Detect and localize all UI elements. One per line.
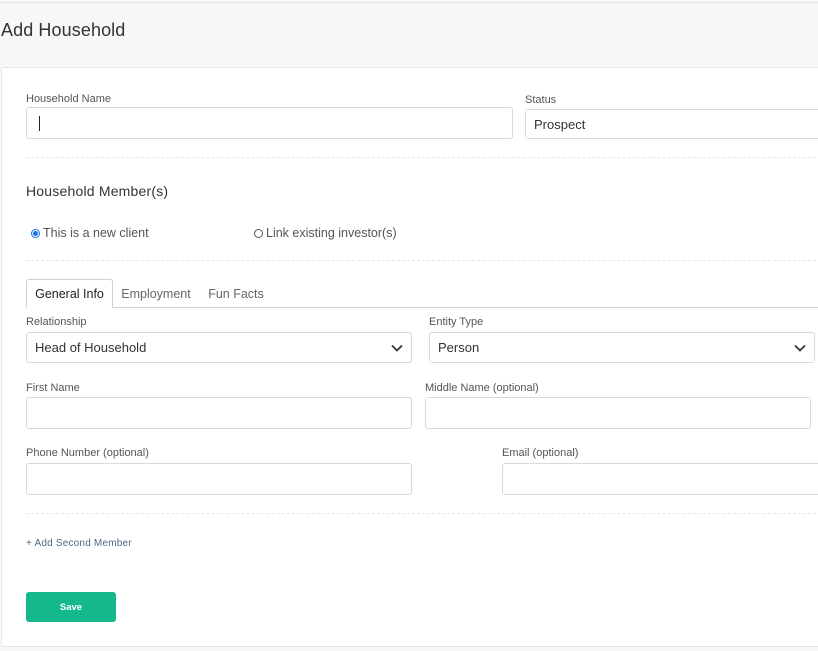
new-client-label: This is a new client (43, 226, 149, 240)
email-input[interactable] (502, 463, 818, 495)
household-form-card: Household Name Status Prospect Household… (1, 67, 818, 647)
text-cursor (39, 115, 40, 131)
tab-general-info[interactable]: General Info (26, 279, 113, 308)
phone-label: Phone Number (optional) (26, 447, 149, 459)
chevron-down-icon (794, 344, 806, 352)
section-divider (26, 513, 818, 514)
middle-name-label: Middle Name (optional) (425, 382, 539, 394)
save-button[interactable]: Save (26, 592, 116, 622)
phone-input[interactable] (26, 463, 412, 495)
radio-checked-icon[interactable] (31, 228, 40, 238)
first-name-label: First Name (26, 382, 80, 394)
chevron-down-icon (391, 344, 403, 352)
tab-employment[interactable]: Employment (115, 279, 197, 308)
tab-fun-facts[interactable]: Fun Facts (201, 279, 271, 308)
status-label: Status (525, 94, 557, 106)
household-name-label: Household Name (26, 93, 111, 105)
link-existing-label: Link existing investor(s) (266, 226, 397, 240)
page-title: Add Household (1, 20, 126, 40)
middle-name-input[interactable] (425, 397, 811, 429)
relationship-value: Head of Household (35, 340, 147, 355)
relationship-select[interactable]: Head of Household (26, 332, 412, 363)
top-divider (0, 2, 818, 3)
entity-type-label: Entity Type (429, 316, 484, 328)
section-divider (26, 260, 818, 261)
new-client-option[interactable]: This is a new client (31, 226, 149, 240)
entity-type-value: Person (438, 340, 480, 355)
section-divider (26, 157, 818, 158)
tab-employment-label: Employment (121, 286, 191, 301)
tab-general-info-label: General Info (35, 286, 104, 301)
radio-unchecked-icon[interactable] (254, 228, 263, 238)
relationship-label: Relationship (26, 316, 87, 328)
tab-fun-facts-label: Fun Facts (208, 286, 264, 301)
status-select[interactable]: Prospect (525, 109, 818, 139)
status-value: Prospect (534, 116, 586, 132)
email-label: Email (optional) (502, 447, 579, 459)
first-name-input[interactable] (26, 397, 412, 429)
household-members-title: Household Member(s) (26, 183, 169, 199)
household-name-input[interactable] (26, 107, 513, 139)
link-existing-option[interactable]: Link existing investor(s) (254, 226, 397, 240)
add-second-member-link[interactable]: + Add Second Member (26, 538, 132, 549)
entity-type-select[interactable]: Person (429, 332, 815, 363)
